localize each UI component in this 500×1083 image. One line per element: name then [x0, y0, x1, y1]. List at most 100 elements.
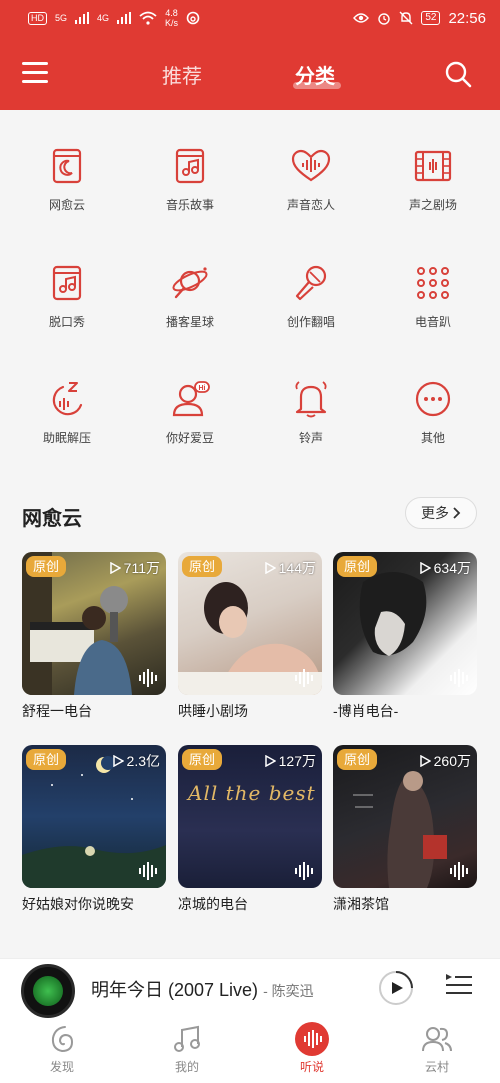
play-triangle-icon	[264, 562, 276, 574]
play-count: 634万	[419, 558, 471, 578]
tab-category[interactable]: 分类	[295, 60, 335, 89]
chevron-right-icon	[453, 507, 461, 519]
cover-text: All the best	[188, 781, 316, 805]
now-playing: 明年今日 (2007 Live) - 陈奕迅	[91, 976, 314, 1002]
song-title: 明年今日 (2007 Live)	[91, 980, 259, 1000]
menu-icon	[22, 62, 48, 65]
search-icon[interactable]	[444, 60, 472, 88]
play-count: 144万	[264, 558, 316, 578]
play-triangle-icon	[419, 755, 431, 767]
wifi-icon	[139, 11, 157, 25]
category-item[interactable]: 网愈云	[12, 112, 122, 222]
nav-mine[interactable]: 我的	[147, 1022, 227, 1075]
radio-card[interactable]: 原创 144万 哄睡小剧场	[178, 552, 322, 721]
play-button-icon[interactable]	[378, 970, 414, 1006]
nav-listen[interactable]: 听说	[272, 1022, 352, 1075]
play-triangle-icon	[264, 755, 276, 767]
category-grid: 网愈云 音乐故事 声音恋人 声之剧场 脱口秀 播客星球 创作翻唱 电音趴 助眠解…	[0, 112, 500, 472]
sound-wave-icon	[450, 862, 468, 880]
music-book-icon	[52, 265, 82, 301]
play-triangle-icon	[112, 755, 124, 767]
microphone-icon	[295, 265, 327, 301]
card-title: 哄睡小剧场	[178, 703, 248, 719]
play-count: 260万	[419, 751, 471, 771]
bell-icon	[295, 381, 327, 418]
card-cover: 原创 260万	[333, 745, 477, 888]
category-item[interactable]: 脱口秀	[12, 229, 122, 339]
radio-card[interactable]: 原创 711万 舒程一电台	[22, 552, 166, 721]
sleep-icon	[52, 382, 83, 416]
radio-card[interactable]: All the best 原创 127万 凉城的电台	[178, 745, 322, 914]
play-count: 2.3亿	[112, 751, 160, 771]
category-item[interactable]: 铃声	[256, 345, 366, 455]
signal-bars-icon	[117, 12, 132, 24]
mute-bell-icon	[399, 11, 413, 25]
book-moon-icon	[52, 148, 82, 184]
category-item[interactable]: 助眠解压	[12, 345, 122, 455]
section-title: 网愈云	[22, 508, 82, 530]
sound-heart-icon	[291, 149, 331, 182]
film-theater-icon	[414, 150, 452, 182]
radio-card[interactable]: 原创 634万 -博肖电台-	[333, 552, 477, 721]
original-badge: 原创	[337, 749, 378, 770]
card-title: 舒程一电台	[22, 703, 92, 719]
sound-wave-icon	[295, 669, 313, 687]
more-button[interactable]: 更多	[405, 497, 477, 529]
music-book-icon	[175, 148, 205, 184]
category-item[interactable]: Hi 你好爱豆	[135, 345, 245, 455]
netease-app-icon	[186, 11, 200, 25]
card-cover: 原创 144万	[178, 552, 322, 695]
song-artist: - 陈奕迅	[263, 983, 314, 999]
eye-icon	[353, 13, 370, 23]
original-badge: 原创	[182, 556, 223, 577]
card-cover: 原创 711万	[22, 552, 166, 695]
category-item[interactable]: 创作翻唱	[256, 229, 366, 339]
original-badge: 原创	[337, 556, 378, 577]
sound-wave-icon	[450, 669, 468, 687]
card-cover: 原创 634万	[333, 552, 477, 695]
original-badge: 原创	[26, 749, 67, 770]
hd-indicator: HD	[28, 11, 47, 25]
nav-discover[interactable]: 发现	[22, 1022, 102, 1075]
play-triangle-icon	[109, 562, 121, 574]
card-cover: All the best 原创 127万	[178, 745, 322, 888]
status-bar: HD 5G 4G 4.8 K/s 52 22:56	[0, 0, 500, 36]
mini-player[interactable]: 明年今日 (2007 Live) - 陈奕迅	[0, 958, 500, 1020]
radio-card[interactable]: 原创 2.3亿 好姑娘对你说晚安	[22, 745, 166, 914]
clock: 22:56	[448, 9, 486, 27]
signal-bars-icon	[75, 12, 90, 24]
category-item[interactable]: 电音趴	[378, 229, 488, 339]
network-speed: 4.8 K/s	[165, 8, 179, 28]
card-title: -博肖电台-	[333, 703, 399, 719]
nav-community[interactable]: 云村	[397, 1022, 477, 1075]
tab-recommend[interactable]: 推荐	[162, 60, 202, 89]
original-badge: 原创	[182, 749, 223, 770]
original-badge: 原创	[26, 556, 67, 577]
top-bar: HD 5G 4G 4.8 K/s 52 22:56 推荐 分类	[0, 0, 500, 110]
signal-4g: 4G	[97, 13, 110, 23]
sound-wave-icon	[295, 862, 313, 880]
netease-logo-icon	[51, 1026, 74, 1053]
category-item[interactable]: 声之剧场	[378, 112, 488, 222]
signal-5g: 5G	[55, 13, 68, 23]
idol-hi-icon: Hi	[172, 381, 210, 417]
album-disc[interactable]	[21, 964, 75, 1018]
alarm-icon	[378, 13, 391, 25]
card-title: 凉城的电台	[178, 896, 248, 912]
radio-card[interactable]: 原创 260万 潇湘茶馆	[333, 745, 477, 914]
header-nav: 推荐 分类	[0, 46, 500, 102]
bottom-nav: 发现 我的 听说 云村	[0, 1020, 500, 1083]
card-title: 好姑娘对你说晚安	[22, 896, 134, 912]
category-item[interactable]: 其他	[378, 345, 488, 455]
more-circle-icon	[415, 381, 451, 417]
music-note-icon	[174, 1025, 200, 1052]
category-item[interactable]: 播客星球	[135, 229, 245, 339]
play-triangle-icon	[419, 562, 431, 574]
menu-button[interactable]	[22, 62, 48, 84]
category-item[interactable]: 音乐故事	[135, 112, 245, 222]
sound-wave-icon	[139, 862, 157, 880]
category-item[interactable]: 声音恋人	[256, 112, 366, 222]
sound-wave-icon	[295, 1022, 329, 1056]
community-icon	[422, 1027, 452, 1052]
playlist-icon[interactable]	[444, 972, 474, 998]
